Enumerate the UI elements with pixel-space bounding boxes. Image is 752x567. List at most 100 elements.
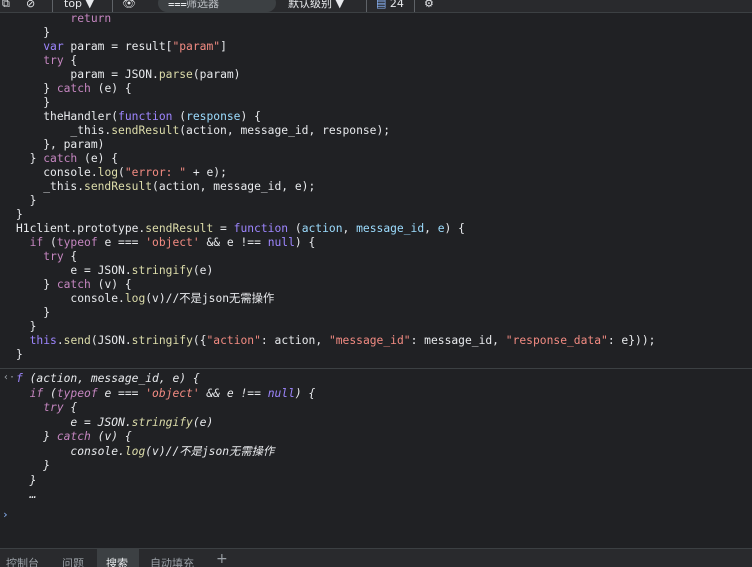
code-line: } catch (v) { bbox=[0, 278, 752, 292]
drawer-tabbar: 控制台 问题 搜索 自动填充 + bbox=[0, 548, 752, 567]
code-token: catch bbox=[43, 152, 78, 165]
code-token: catch bbox=[56, 430, 91, 443]
code-token: ] bbox=[220, 40, 227, 53]
log-level-dropdown[interactable]: 默认级别 ▼ bbox=[288, 0, 344, 12]
code-token: (v)//不是json无需操作 bbox=[145, 292, 275, 305]
tab-autofill[interactable]: 自动填充 bbox=[150, 555, 194, 567]
code-token: e = JSON. bbox=[70, 415, 132, 429]
code-token: ) { bbox=[294, 236, 316, 249]
clear-console-icon[interactable]: ⊘ bbox=[26, 0, 35, 12]
code-token: e bbox=[437, 222, 445, 235]
code-token: } bbox=[29, 320, 37, 333]
code-token: console. bbox=[70, 444, 125, 458]
issues-counter[interactable]: ▤ 24 bbox=[376, 0, 404, 12]
code-token: "error: " bbox=[124, 166, 187, 179]
code-token: + e); bbox=[186, 166, 227, 179]
code-token: (e) { bbox=[90, 82, 132, 95]
code-line: } bbox=[0, 194, 752, 208]
console-result[interactable]: f (action, message_id, e) { if (typeof e… bbox=[0, 372, 752, 503]
code-line: } bbox=[0, 96, 752, 110]
code-token: theHandler( bbox=[43, 110, 119, 123]
code-token: "message_id" bbox=[328, 334, 411, 347]
code-line: H1client.prototype.sendResult = function… bbox=[0, 222, 752, 236]
code-token: try bbox=[43, 250, 64, 263]
code-token: H1client.prototype. bbox=[16, 222, 146, 235]
code-token: console. bbox=[70, 292, 125, 305]
code-line: } catch (e) { bbox=[0, 152, 752, 166]
code-token: function bbox=[118, 110, 173, 123]
result-line: f (action, message_id, e) { bbox=[0, 372, 752, 387]
code-token: null bbox=[267, 236, 295, 249]
code-token: if bbox=[29, 236, 44, 249]
code-token: _this. bbox=[43, 180, 85, 193]
code-token: var bbox=[43, 40, 64, 53]
code-token: log bbox=[124, 444, 146, 458]
filter-input[interactable]: ⩶ 筛选器 bbox=[158, 0, 276, 12]
code-token: ) { bbox=[240, 110, 261, 123]
code-token: : message_id, bbox=[410, 334, 506, 347]
code-token: } bbox=[43, 82, 57, 95]
code-line: _this.sendResult(action, message_id, res… bbox=[0, 124, 752, 138]
level-label: 默认级别 bbox=[288, 0, 332, 10]
code-line: this.send(JSON.stringify({"action": acti… bbox=[0, 334, 752, 348]
code-token: response bbox=[186, 110, 241, 123]
console-code-output: return } var param = result["param"] try… bbox=[0, 12, 752, 368]
console-prompt-icon[interactable]: › bbox=[2, 508, 9, 521]
code-token: ( bbox=[172, 110, 187, 123]
code-line: } bbox=[0, 348, 752, 362]
code-line: console.log(v)//不是json无需操作 bbox=[0, 292, 752, 306]
tab-search[interactable]: 搜索 bbox=[106, 555, 128, 567]
context-selector[interactable]: top ▼ bbox=[64, 0, 94, 12]
code-token: send bbox=[63, 334, 91, 347]
toolbar-divider bbox=[366, 0, 367, 12]
code-token: { bbox=[63, 54, 78, 67]
code-token: this bbox=[29, 334, 57, 347]
code-token: (e) bbox=[192, 264, 214, 277]
code-token: "action" bbox=[206, 334, 261, 347]
code-token: console. bbox=[43, 166, 98, 179]
code-token: && e !== bbox=[199, 236, 268, 249]
result-line: } catch (v) { bbox=[0, 430, 752, 445]
code-token: stringify bbox=[131, 415, 193, 429]
code-token: , bbox=[424, 222, 438, 235]
code-token: { bbox=[63, 250, 78, 263]
code-token: } bbox=[16, 208, 23, 221]
tab-console[interactable]: 控制台 bbox=[6, 555, 39, 567]
code-token: }, param) bbox=[43, 138, 105, 151]
code-token: e === bbox=[97, 236, 146, 249]
code-token: null bbox=[267, 386, 295, 400]
tab-issues[interactable]: 问题 bbox=[62, 555, 84, 567]
code-token: e === bbox=[97, 386, 146, 400]
code-line: try { bbox=[0, 54, 752, 68]
add-tab-icon[interactable]: + bbox=[216, 551, 228, 567]
code-token: (action, message_id, response); bbox=[179, 124, 391, 137]
eye-icon[interactable]: 👁 bbox=[122, 0, 136, 12]
code-token: } bbox=[43, 459, 51, 472]
code-token: ({ bbox=[192, 334, 207, 347]
code-token: (v)//不是json无需操作 bbox=[145, 444, 275, 458]
sidebar-toggle-icon[interactable]: ⧉ bbox=[2, 0, 10, 12]
code-token: return bbox=[70, 12, 112, 25]
code-token: . bbox=[56, 334, 64, 347]
code-token: "response_data" bbox=[505, 334, 608, 347]
chevron-down-icon: ▼ bbox=[335, 0, 344, 10]
code-token: function bbox=[233, 222, 289, 235]
result-line: … bbox=[0, 488, 752, 503]
code-line: }, param) bbox=[0, 138, 752, 152]
gear-icon[interactable]: ⚙ bbox=[424, 0, 434, 12]
code-token: ) { bbox=[294, 386, 316, 400]
